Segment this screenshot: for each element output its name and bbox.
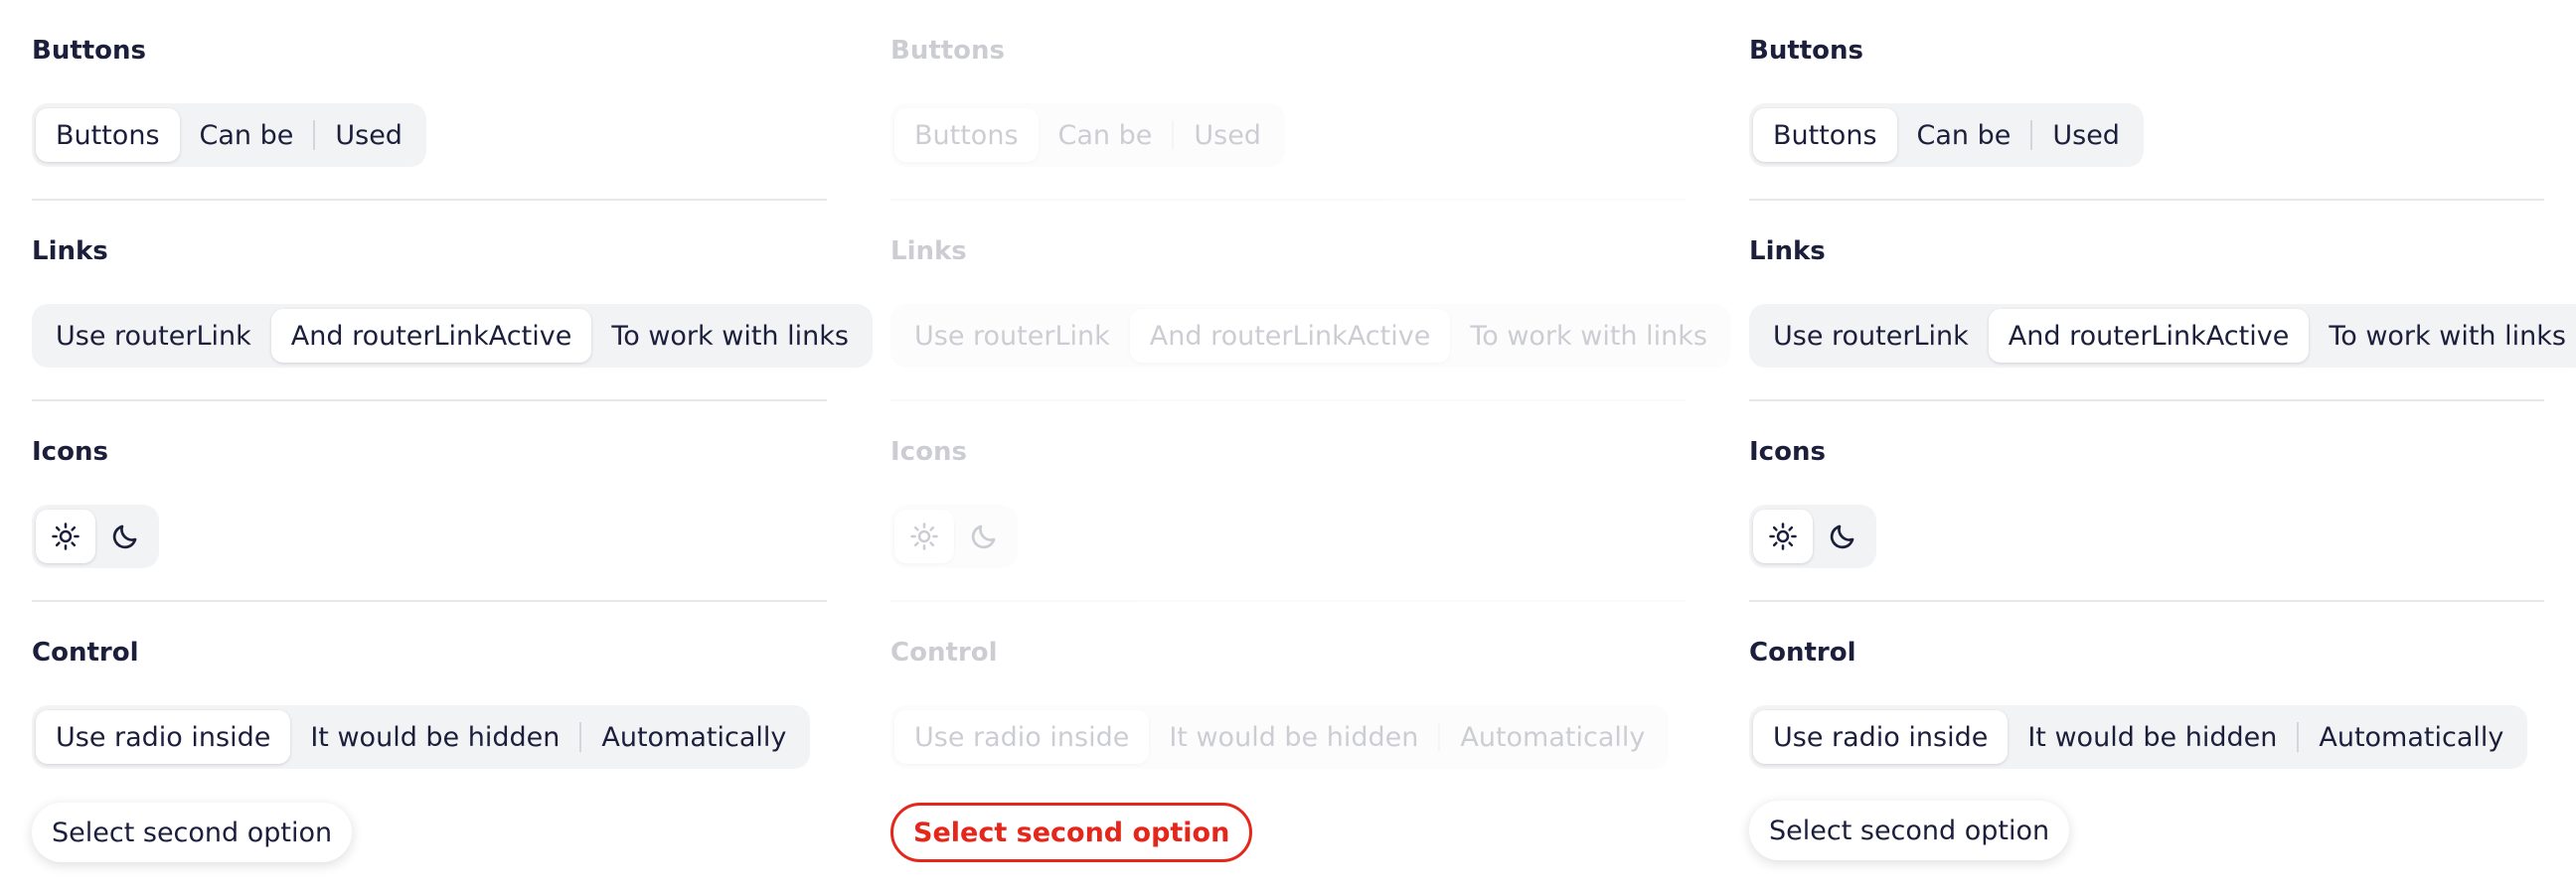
link-use-routerlink[interactable]: Use routerLink xyxy=(36,309,271,363)
section-divider xyxy=(1749,199,2544,201)
segment-used[interactable]: Used xyxy=(315,108,422,162)
radio-it-would-be-hidden[interactable]: It would be hidden xyxy=(290,710,579,764)
control-section-title: Control xyxy=(1749,638,1856,668)
buttons-segmented: Buttons Can be Used xyxy=(32,103,426,167)
select-second-option-button[interactable]: Select second option xyxy=(1749,801,2070,860)
segment-can-be: Can be xyxy=(1057,119,1153,151)
section-divider xyxy=(1749,600,2544,602)
segment-used[interactable]: Used xyxy=(2032,108,2140,162)
links-section-title: Links xyxy=(32,236,108,266)
icons-segmented xyxy=(890,505,1018,568)
link-to-work-with-links[interactable]: To work with links xyxy=(591,309,869,363)
buttons-section-title: Buttons xyxy=(32,36,147,66)
icons-section-title: Icons xyxy=(1749,437,1826,467)
links-segmented: Use routerLink And routerLinkActive To w… xyxy=(32,304,873,368)
segment-used: Used xyxy=(1194,119,1261,151)
link-and-routerlinkactive[interactable]: And routerLinkActive xyxy=(270,309,592,363)
select-second-option-button-focused[interactable]: Select second option xyxy=(890,803,1253,862)
sun-icon[interactable] xyxy=(36,510,95,563)
radio-use-radio-inside[interactable]: Use radio inside xyxy=(1753,710,2009,764)
moon-icon[interactable] xyxy=(95,510,155,563)
control-section-title: Control xyxy=(890,638,998,668)
segment-buttons[interactable]: Buttons xyxy=(1753,108,1897,162)
link-to-work-with-links[interactable]: To work with links xyxy=(2309,309,2576,363)
section-divider xyxy=(890,199,1686,201)
links-section-title: Links xyxy=(1749,236,1826,266)
radio-automatically[interactable]: Automatically xyxy=(2299,710,2523,764)
sun-icon xyxy=(894,510,954,563)
link-use-routerlink: Use routerLink xyxy=(914,320,1110,352)
links-segmented: Use routerLink And routerLinkActive To w… xyxy=(1749,304,2576,368)
section-divider xyxy=(32,600,827,602)
demo-panel-disabled: Buttons Buttons Can be Used Links Use ro… xyxy=(890,0,1731,896)
control-segmented: Use radio inside It would be hidden Auto… xyxy=(32,705,811,769)
segment-buttons[interactable]: Buttons xyxy=(36,108,180,162)
section-divider xyxy=(1749,399,2544,401)
sun-icon[interactable] xyxy=(1753,510,1813,563)
demo-panel-default: Buttons Buttons Can be Used Links Use ro… xyxy=(32,0,873,896)
section-divider xyxy=(32,199,827,201)
moon-icon xyxy=(954,510,1014,563)
link-use-routerlink[interactable]: Use routerLink xyxy=(1753,309,1989,363)
control-segmented: Use radio inside It would be hidden Auto… xyxy=(1749,705,2528,769)
icons-segmented xyxy=(1749,505,1876,568)
segment-can-be[interactable]: Can be xyxy=(1897,108,2031,162)
moon-icon[interactable] xyxy=(1813,510,1872,563)
link-and-routerlinkactive: And routerLinkActive xyxy=(1129,309,1451,363)
radio-automatically[interactable]: Automatically xyxy=(581,710,806,764)
radio-automatically: Automatically xyxy=(1460,721,1646,753)
icons-section-title: Icons xyxy=(890,437,967,467)
link-and-routerlinkactive[interactable]: And routerLinkActive xyxy=(1988,309,2310,363)
radio-it-would-be-hidden: It would be hidden xyxy=(1169,721,1419,753)
control-segmented: Use radio inside It would be hidden Auto… xyxy=(890,705,1670,769)
demo-stage: Buttons Buttons Can be Used Links Use ro… xyxy=(0,0,2576,896)
buttons-segmented: Buttons Can be Used xyxy=(890,103,1285,167)
section-divider xyxy=(32,399,827,401)
buttons-section-title: Buttons xyxy=(890,36,1006,66)
radio-use-radio-inside[interactable]: Use radio inside xyxy=(36,710,291,764)
links-section-title: Links xyxy=(890,236,967,266)
demo-panel-default-2: Buttons Buttons Can be Used Links Use ro… xyxy=(1749,0,2576,896)
section-divider xyxy=(890,600,1686,602)
buttons-section-title: Buttons xyxy=(1749,36,1864,66)
radio-use-radio-inside: Use radio inside xyxy=(894,710,1150,764)
buttons-segmented: Buttons Can be Used xyxy=(1749,103,2144,167)
control-section-title: Control xyxy=(32,638,139,668)
segment-can-be[interactable]: Can be xyxy=(180,108,314,162)
select-second-option-button[interactable]: Select second option xyxy=(32,803,353,862)
segment-buttons: Buttons xyxy=(894,108,1039,162)
radio-it-would-be-hidden[interactable]: It would be hidden xyxy=(2008,710,2297,764)
link-to-work-with-links: To work with links xyxy=(1470,320,1707,352)
icons-segmented xyxy=(32,505,159,568)
icons-section-title: Icons xyxy=(32,437,108,467)
section-divider xyxy=(890,399,1686,401)
links-segmented: Use routerLink And routerLinkActive To w… xyxy=(890,304,1731,368)
